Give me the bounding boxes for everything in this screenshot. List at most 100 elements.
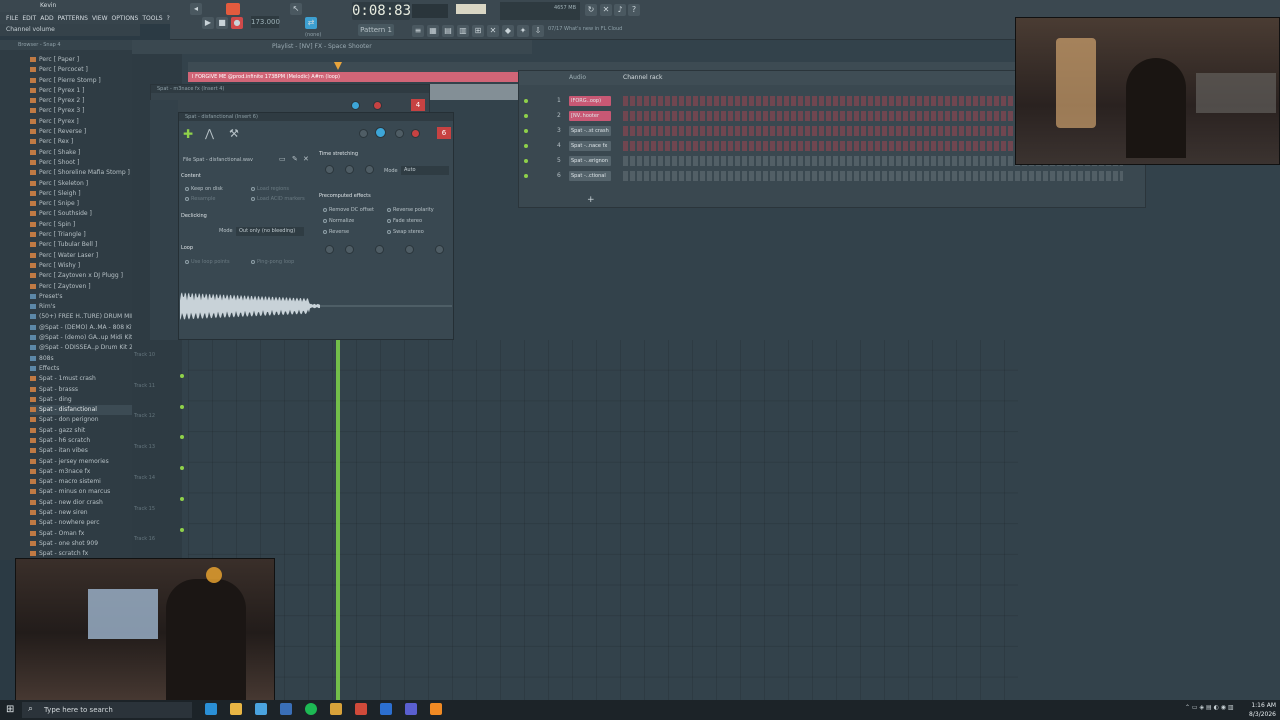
fosc-knob[interactable] [375, 245, 384, 254]
stop-button[interactable]: ■ [216, 17, 228, 29]
browser-item[interactable]: Spat - new siren [30, 508, 132, 518]
sampler-back-title[interactable]: Spat - m3nace fx (Insert 4) [151, 85, 429, 93]
declick-mode-select[interactable]: Out only (no bleeding) [236, 227, 304, 236]
snap-icon[interactable]: ⇄ [305, 17, 317, 29]
browser-item[interactable]: Perc [ Paper ] [30, 55, 132, 65]
load-regions-option[interactable]: Load regions [251, 186, 289, 192]
record-mode-icon[interactable]: ✦ [517, 25, 529, 37]
browser-item[interactable]: Perc [ Pyrex ] [30, 117, 132, 127]
ts-mul-knob[interactable] [345, 165, 354, 174]
sample-waveform[interactable] [180, 286, 452, 326]
pattern-selector[interactable]: Pattern 1 [358, 24, 394, 36]
play-button[interactable]: ▶ [202, 17, 214, 29]
close-icon[interactable]: ✕ [303, 155, 309, 163]
channel-button[interactable]: IFORG..oop) [569, 96, 611, 106]
remove-dc-check[interactable] [323, 207, 327, 212]
swap-stereo-option[interactable]: Swap stereo [387, 229, 424, 235]
volume-knob[interactable] [375, 127, 386, 138]
back-pitch-knob[interactable] [373, 101, 382, 110]
menu-options[interactable]: OPTIONS [112, 15, 139, 22]
browser-item[interactable]: Perc [ Percocet ] [30, 65, 132, 75]
step-sequencer[interactable] [623, 171, 1123, 181]
news-hint[interactable]: 07/17 What's new in FL Cloud [548, 24, 638, 34]
teams-icon[interactable] [405, 703, 417, 715]
browser-item[interactable]: Spat - don perignon [30, 415, 132, 425]
channel-button[interactable]: [NV..hooter [569, 111, 611, 121]
browser-item[interactable]: Rim's [30, 302, 132, 312]
browser-item[interactable]: Spat - macro sistemi [30, 477, 132, 487]
browser-item[interactable]: Perc [ Wishy ] [30, 261, 132, 271]
reverse-check[interactable] [323, 229, 327, 234]
browser-item[interactable]: Spat - nowhere perc [30, 518, 132, 528]
sampler-title[interactable]: Spat - disfanctional (Insert 6) [179, 113, 453, 121]
browser-item[interactable]: Preset's [30, 292, 132, 302]
vscode-icon[interactable] [380, 703, 392, 715]
browser-item[interactable]: Spat - new dior crash [30, 498, 132, 508]
track-label[interactable]: Track 16 [134, 536, 155, 542]
browser-item[interactable]: Perc [ Reverse ] [30, 127, 132, 137]
piano-roll-icon[interactable]: ▦ [427, 25, 439, 37]
channel-mute-led[interactable] [524, 174, 528, 178]
windows-start-icon[interactable]: ⊞ [6, 704, 14, 715]
playlist-grid[interactable] [188, 340, 1018, 700]
reverse-polarity-option[interactable]: Reverse polarity [387, 207, 434, 213]
browser-item[interactable]: 808s [30, 354, 132, 364]
use-loop-points-check[interactable] [185, 259, 189, 264]
remove-dc-option[interactable]: Remove DC offset [323, 207, 374, 213]
load-acid-check[interactable] [251, 196, 255, 201]
browser-item[interactable]: Spat - one shot 909 [30, 539, 132, 549]
browser-item[interactable]: Spat - ding [30, 395, 132, 405]
channel-mute-led[interactable] [524, 99, 528, 103]
track-label[interactable]: Track 13 [134, 444, 155, 450]
media-icon[interactable] [355, 703, 367, 715]
channel-mixer-track[interactable]: 4 [557, 142, 561, 149]
fade-stereo-check[interactable] [387, 218, 391, 223]
track-number[interactable]: 6 [437, 127, 451, 139]
taskbar-search[interactable]: Type here to search [22, 702, 192, 718]
plugin-icon[interactable]: ◆ [502, 25, 514, 37]
channel-group[interactable]: Audio [569, 71, 586, 85]
track-label[interactable]: Track 12 [134, 413, 155, 419]
dec-knob[interactable] [345, 245, 354, 254]
ts-mode-select[interactable]: Auto [401, 166, 449, 175]
tempo-display[interactable]: 173.000 [251, 16, 280, 28]
channel-mute-led[interactable] [524, 114, 528, 118]
wrench-icon[interactable]: ⚒ [229, 127, 239, 140]
track-label[interactable]: Track 11 [134, 383, 155, 389]
menu-view[interactable]: VIEW [92, 15, 108, 22]
pat-song-toggle[interactable]: ◂ [190, 3, 202, 15]
browser-item[interactable]: Perc [ Sleigh ] [30, 189, 132, 199]
keep-on-disk-option[interactable]: Keep on disk [185, 186, 223, 192]
channel-mute-led[interactable] [524, 159, 528, 163]
menu-edit[interactable]: EDIT [22, 15, 36, 22]
browser-item[interactable]: Perc [ Shake ] [30, 148, 132, 158]
cursor-icon[interactable]: ↖ [290, 3, 302, 15]
menu-tools[interactable]: TOOLS [142, 15, 162, 22]
swap-stereo-check[interactable] [387, 229, 391, 234]
folder-icon[interactable]: ▭ [279, 155, 286, 163]
track-led[interactable] [180, 404, 184, 409]
browser-item[interactable]: Spat - disfanctional [30, 405, 132, 416]
ping-pong-option[interactable]: Ping-pong loop [251, 259, 294, 265]
browser-item[interactable]: @Spat - (demo) GA..up Midi Kit 2025 [30, 333, 132, 343]
normalize-option[interactable]: Normalize [323, 218, 354, 224]
track-label[interactable]: Track 10 [134, 352, 155, 358]
browser-item[interactable]: Spat - 1must crash [30, 374, 132, 384]
channel-mixer-track[interactable]: 1 [557, 97, 561, 104]
int-knob[interactable] [325, 245, 334, 254]
ping-pong-check[interactable] [251, 259, 255, 264]
playlist-icon[interactable]: ≡ [412, 25, 424, 37]
channel-mixer-track[interactable]: 2 [557, 112, 561, 119]
track-led[interactable] [180, 527, 184, 532]
use-loop-points-option[interactable]: Use loop points [185, 259, 230, 265]
browser-icon[interactable]: ▤ [442, 25, 454, 37]
track-led[interactable] [180, 374, 184, 378]
channel-button[interactable]: Spat -..ctional [569, 171, 611, 181]
browser-item[interactable]: Perc [ Skeleton ] [30, 179, 132, 189]
reverse-polarity-check[interactable] [387, 207, 391, 212]
browser-item[interactable]: Spat - h6 scratch [30, 436, 132, 446]
load-regions-check[interactable] [251, 186, 255, 191]
channel-mixer-track[interactable]: 6 [557, 172, 561, 179]
browser-item[interactable]: Perc [ Triangle ] [30, 230, 132, 240]
browser-item[interactable]: @Spat - (DEMO) A..MA - 808 Kit 2026 [30, 323, 132, 333]
